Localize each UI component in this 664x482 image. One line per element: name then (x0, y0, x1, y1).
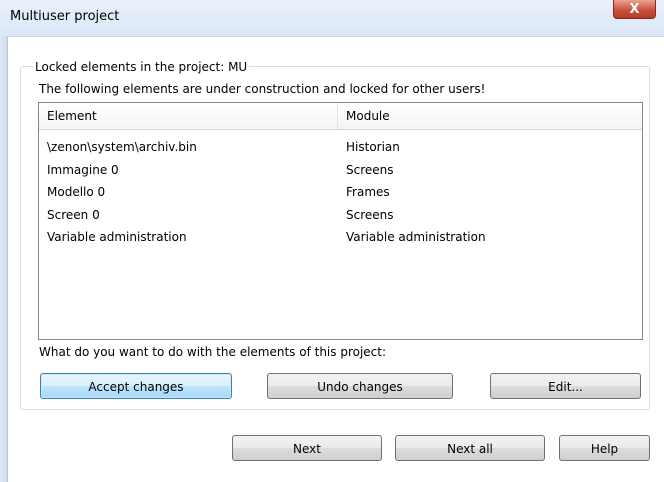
undo-changes-button[interactable]: Undo changes (267, 373, 453, 399)
groupbox-caption: Locked elements in the project: MU (33, 60, 250, 74)
module-cell: Screens (346, 207, 394, 222)
column-header-module[interactable]: Module (338, 103, 642, 129)
list-header: Element Module (39, 103, 642, 130)
accept-changes-button[interactable]: Accept changes (40, 373, 232, 399)
module-cell: Screens (346, 162, 394, 177)
element-cell: Variable administration (47, 230, 187, 244)
list-row[interactable]: Screen 0 Screens (39, 204, 642, 227)
locked-elements-list[interactable]: Element Module \zenon\system\archiv.bin … (38, 102, 643, 340)
element-cell: \zenon\system\archiv.bin (47, 140, 197, 154)
element-cell: Screen 0 (47, 207, 100, 222)
multiuser-project-dialog: Multiuser project X Locked elements in t… (0, 0, 664, 482)
list-row[interactable]: Variable administration Variable adminis… (39, 226, 642, 249)
list-row[interactable]: Modello 0 Frames (39, 181, 642, 204)
list-row[interactable]: Immagine 0 Screens (39, 159, 642, 182)
element-cell: Immagine 0 (47, 162, 119, 177)
module-cell: Frames (346, 185, 390, 199)
column-header-element[interactable]: Element (39, 103, 338, 129)
close-button[interactable]: X (613, 0, 656, 19)
window-frame-left (0, 36, 8, 482)
element-cell: Modello 0 (47, 185, 106, 199)
close-icon: X (629, 1, 640, 17)
locked-info-label: The following elements are under constru… (39, 82, 486, 96)
module-cell: Variable administration (346, 230, 486, 244)
list-rows: \zenon\system\archiv.bin Historian Immag… (39, 136, 642, 249)
list-row[interactable]: \zenon\system\archiv.bin Historian (39, 136, 642, 159)
help-button[interactable]: Help (559, 435, 650, 461)
module-cell: Historian (346, 140, 400, 154)
window-title: Multiuser project (10, 9, 120, 24)
title-bar[interactable]: Multiuser project X (0, 0, 664, 37)
edit-button[interactable]: Edit... (490, 373, 641, 399)
action-question-label: What do you want to do with the elements… (39, 345, 387, 359)
next-all-button[interactable]: Next all (395, 435, 545, 461)
next-button[interactable]: Next (232, 435, 382, 461)
